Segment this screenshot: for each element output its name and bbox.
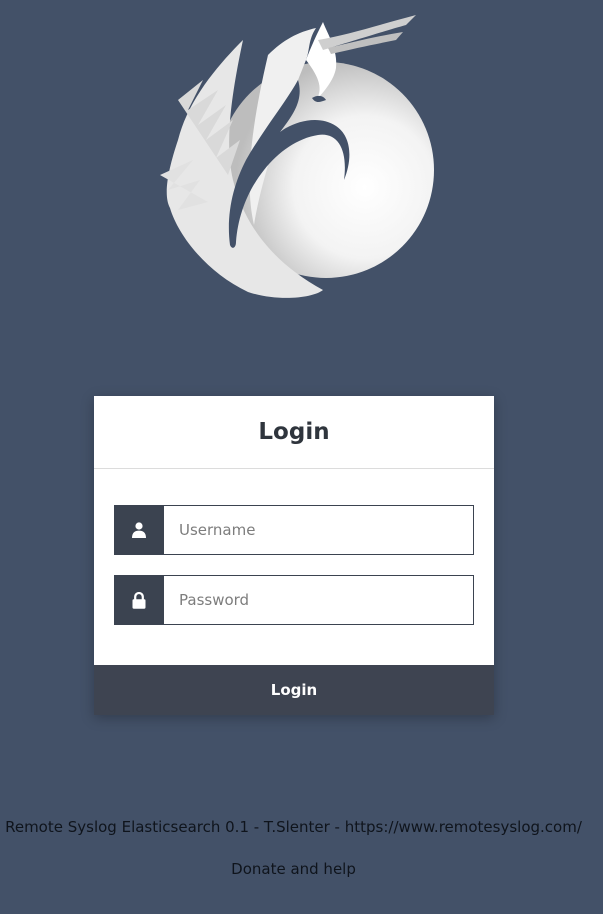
login-card: Login Login — [94, 396, 494, 715]
password-field-group — [114, 575, 474, 625]
login-title: Login — [258, 419, 330, 445]
username-input[interactable] — [164, 505, 474, 555]
donate-link[interactable]: Donate and help — [0, 860, 595, 878]
login-card-header: Login — [94, 396, 494, 469]
username-field-group — [114, 505, 474, 555]
footer-credit: Remote Syslog Elasticsearch 0.1 - T.Slen… — [5, 818, 582, 836]
user-icon — [114, 505, 164, 555]
lock-icon — [114, 575, 164, 625]
login-button[interactable]: Login — [94, 665, 494, 715]
password-input[interactable] — [164, 575, 474, 625]
phoenix-logo-icon — [148, 10, 438, 300]
